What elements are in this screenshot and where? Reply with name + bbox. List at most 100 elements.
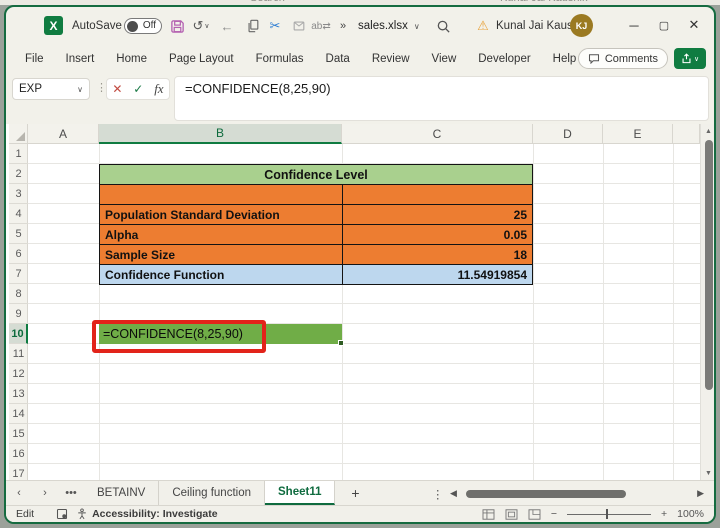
- row-header-8[interactable]: 8: [9, 284, 28, 304]
- copy-icon[interactable]: [244, 16, 262, 36]
- sheet-list-icon[interactable]: •••: [58, 481, 84, 505]
- page-layout-view-icon[interactable]: [505, 508, 518, 520]
- vertical-scroll-thumb[interactable]: [704, 140, 713, 390]
- find-replace-icon[interactable]: ab⇄: [310, 16, 332, 36]
- share-button[interactable]: ∨: [674, 48, 706, 69]
- scroll-down-icon[interactable]: ▼: [701, 466, 714, 480]
- tab-data[interactable]: Data: [315, 45, 361, 73]
- row-header-13[interactable]: 13: [9, 384, 28, 404]
- table-label-alpha[interactable]: Alpha: [99, 224, 343, 245]
- autosave-toggle[interactable]: Off: [124, 18, 162, 34]
- row-header-5[interactable]: 5: [9, 224, 28, 244]
- row-header-11[interactable]: 11: [9, 344, 28, 364]
- row-header-1[interactable]: 1: [9, 144, 28, 164]
- sheet-next-icon[interactable]: ›: [32, 481, 58, 505]
- tab-options-icon[interactable]: ⋮: [432, 481, 444, 506]
- accessibility-status[interactable]: Accessibility: Investigate: [76, 508, 218, 520]
- zoom-out-icon[interactable]: −: [551, 508, 557, 520]
- avatar[interactable]: KJ: [570, 14, 593, 37]
- tab-home[interactable]: Home: [105, 45, 158, 73]
- row-header-3[interactable]: 3: [9, 184, 28, 204]
- horizontal-scrollbar[interactable]: ◀ ▶: [450, 481, 704, 506]
- row-header-12[interactable]: 12: [9, 364, 28, 384]
- table-value-alpha[interactable]: 0.05: [342, 224, 533, 245]
- macro-record-icon[interactable]: [56, 508, 68, 520]
- table-value-population-std-dev[interactable]: 25: [342, 204, 533, 225]
- column-header-partial[interactable]: [673, 124, 700, 144]
- zoom-in-icon[interactable]: +: [661, 508, 667, 520]
- horizontal-scroll-thumb[interactable]: [466, 489, 626, 498]
- save-icon[interactable]: [168, 16, 186, 36]
- annotation-box: [92, 320, 266, 353]
- table-value-sample-size[interactable]: 18: [342, 244, 533, 265]
- sheet-prev-icon[interactable]: ‹: [6, 481, 32, 505]
- tab-page-layout[interactable]: Page Layout: [158, 45, 245, 73]
- row-header-14[interactable]: 14: [9, 404, 28, 424]
- formula-input[interactable]: =CONFIDENCE(8,25,90): [174, 76, 709, 121]
- vertical-scrollbar[interactable]: ▲ ▼: [700, 124, 714, 480]
- tab-review[interactable]: Review: [361, 45, 421, 73]
- column-header-a[interactable]: A: [28, 124, 99, 144]
- paste-icon[interactable]: [290, 16, 308, 36]
- row-header-2[interactable]: 2: [9, 164, 28, 184]
- comments-button[interactable]: Comments: [577, 48, 668, 69]
- insert-function-icon[interactable]: fx: [154, 81, 163, 97]
- tab-insert[interactable]: Insert: [55, 45, 106, 73]
- normal-view-icon[interactable]: [482, 508, 495, 520]
- enter-icon[interactable]: ✓: [133, 82, 143, 96]
- zoom-slider-thumb[interactable]: [605, 509, 609, 519]
- maximize-button[interactable]: ▢: [650, 13, 678, 37]
- name-box[interactable]: EXP ∨: [12, 78, 90, 100]
- table-empty-label-cell[interactable]: [99, 184, 343, 205]
- desktop: Search Kunal Jai Kaushik X AutoSave Off …: [0, 0, 720, 528]
- warning-icon[interactable]: ⚠: [474, 16, 492, 36]
- sheet-tab-bar: ‹ › ••• BETAINV Ceiling function Sheet11…: [6, 480, 714, 505]
- spreadsheet-grid: A B C D E 1 2 3 4 5 6 7 8 9 10 11 12 13 …: [6, 124, 714, 484]
- sheet-tab-sheet11[interactable]: Sheet11: [265, 481, 336, 505]
- sheet-tab-ceiling-function[interactable]: Ceiling function: [159, 481, 265, 505]
- row-header-7[interactable]: 7: [9, 264, 28, 284]
- scroll-left-icon[interactable]: ◀: [450, 488, 457, 499]
- table-title-cell[interactable]: Confidence Level: [99, 164, 533, 185]
- row-header-16[interactable]: 16: [9, 444, 28, 464]
- page-break-view-icon[interactable]: [528, 508, 541, 520]
- sheet-tab-betainv[interactable]: BETAINV: [84, 481, 160, 505]
- zoom-slider[interactable]: [567, 508, 651, 520]
- fill-handle[interactable]: [338, 340, 344, 346]
- undo-icon[interactable]: ↺ ∨: [190, 16, 212, 36]
- row-header-9[interactable]: 9: [9, 304, 28, 324]
- table-label-sample-size[interactable]: Sample Size: [99, 244, 343, 265]
- column-header-b[interactable]: B: [99, 124, 342, 144]
- row-header-4[interactable]: 4: [9, 204, 28, 224]
- select-all-corner[interactable]: [9, 124, 28, 144]
- row-header-15[interactable]: 15: [9, 424, 28, 444]
- excel-logo-icon[interactable]: X: [44, 16, 63, 35]
- table-label-confidence-function[interactable]: Confidence Function: [99, 264, 343, 285]
- column-header-c[interactable]: C: [342, 124, 533, 144]
- table-label-population-std-dev[interactable]: Population Standard Deviation: [99, 204, 343, 225]
- cancel-icon[interactable]: ✕: [112, 82, 122, 96]
- accessibility-icon: [78, 508, 86, 520]
- row-header-10[interactable]: 10: [9, 324, 28, 344]
- tab-file[interactable]: File: [14, 45, 55, 73]
- row-headers: 1 2 3 4 5 6 7 8 9 10 11 12 13 14 15 16 1…: [9, 144, 28, 484]
- close-button[interactable]: ✕: [680, 13, 708, 37]
- scroll-right-icon[interactable]: ▶: [697, 488, 704, 499]
- add-sheet-button[interactable]: +: [335, 481, 375, 505]
- cut-icon[interactable]: ✂: [266, 16, 284, 36]
- more-commands-icon[interactable]: »: [336, 16, 350, 36]
- file-name[interactable]: sales.xlsx ∨: [358, 16, 420, 36]
- tab-view[interactable]: View: [421, 45, 468, 73]
- tab-developer[interactable]: Developer: [467, 45, 541, 73]
- table-value-confidence-function[interactable]: 11.54919854: [342, 264, 533, 285]
- row-header-6[interactable]: 6: [9, 244, 28, 264]
- tab-formulas[interactable]: Formulas: [245, 45, 315, 73]
- scroll-up-icon[interactable]: ▲: [701, 124, 714, 138]
- zoom-level[interactable]: 100%: [677, 508, 704, 520]
- column-header-e[interactable]: E: [603, 124, 673, 144]
- search-icon[interactable]: [434, 16, 452, 36]
- minimize-button[interactable]: ─: [620, 13, 648, 37]
- table-empty-value-cell[interactable]: [342, 184, 533, 205]
- redo-icon[interactable]: ←: [218, 16, 236, 36]
- column-header-d[interactable]: D: [533, 124, 603, 144]
